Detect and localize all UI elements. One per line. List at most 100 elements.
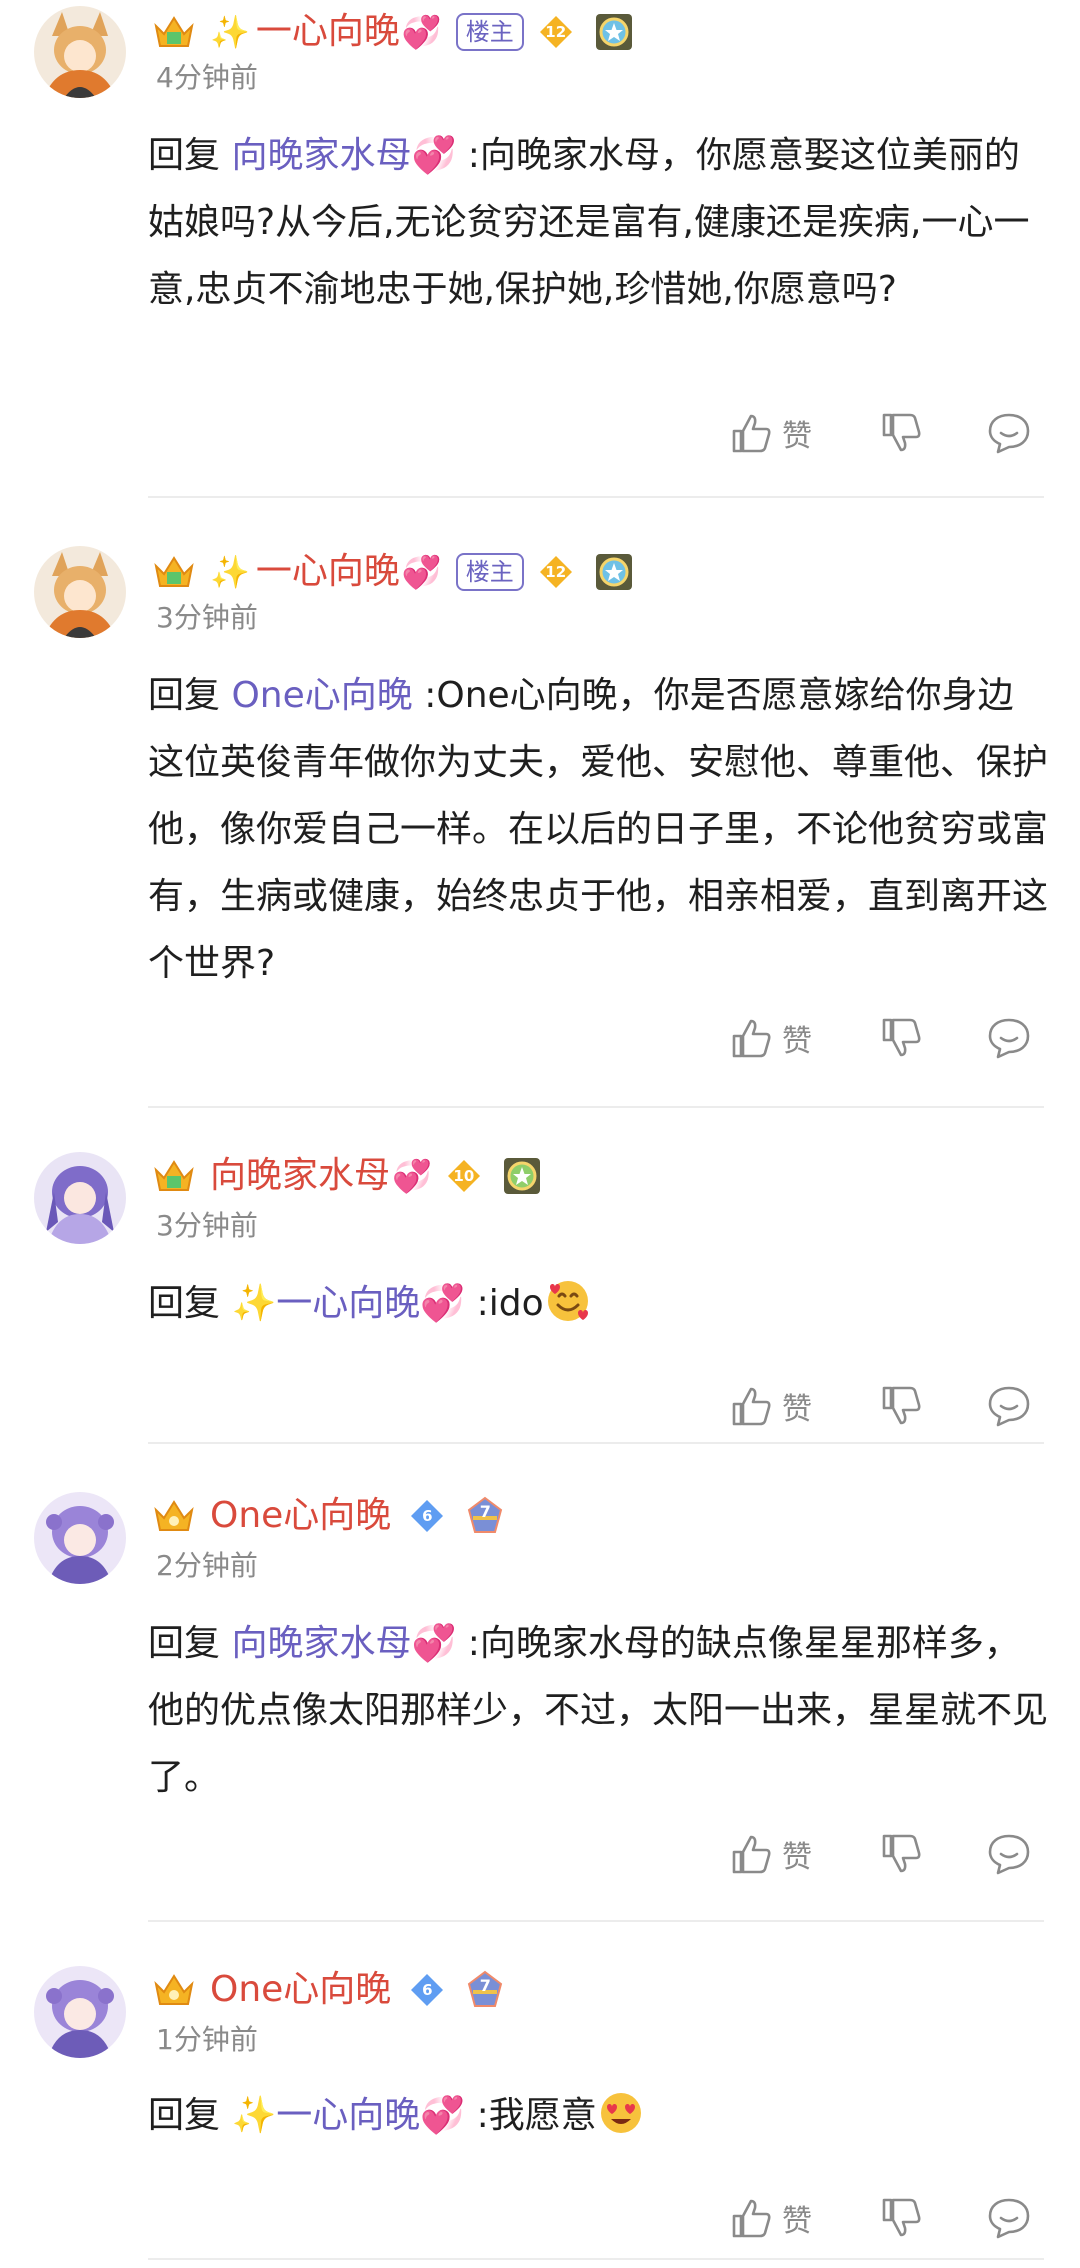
- username[interactable]: 向晚家水母: [210, 1158, 390, 1194]
- like-label: 赞: [782, 1840, 812, 1875]
- username[interactable]: 一心向晚: [256, 14, 400, 50]
- reply-text: :One心向晚，你是否愿意嫁给你身边这位英俊青年做你为丈夫，爱他、安慰他、尊重他…: [148, 675, 1049, 984]
- level-badge: 12: [536, 12, 576, 52]
- level-badge: 12: [536, 552, 576, 592]
- crown-icon: [152, 552, 196, 592]
- comment-bubble-icon: [988, 2198, 1030, 2239]
- level-badge: 6: [407, 1496, 447, 1536]
- dislike-button[interactable]: [880, 403, 924, 463]
- reply-target-name: 向晚家水母: [231, 135, 412, 176]
- user-name-row: One心向晚 6 7: [152, 1964, 507, 2016]
- comment-actions: 赞: [730, 2188, 1050, 2248]
- username[interactable]: One心向晚: [210, 1498, 391, 1534]
- dislike-button[interactable]: [880, 2188, 924, 2248]
- reply-target-name: One心向晚: [231, 675, 413, 716]
- comment-bubble-icon: [988, 413, 1030, 454]
- two-hearts-emoji: 💞: [411, 1623, 457, 1664]
- level-number: 12: [545, 563, 567, 581]
- like-label: 赞: [782, 1024, 812, 1059]
- thumbs-down-icon: [882, 413, 921, 452]
- reply-button[interactable]: [986, 2188, 1032, 2248]
- comment-actions: 赞: [730, 1376, 1050, 1436]
- thumbs-up-icon: [732, 2199, 771, 2238]
- medal-icon: 7: [463, 1494, 507, 1538]
- reply-target-name: 一心向晚: [276, 1283, 421, 1324]
- avatar[interactable]: [34, 546, 126, 638]
- host-tag: 楼主: [455, 553, 524, 591]
- comment-actions: 赞: [730, 1824, 1050, 1884]
- user-name-row: ✨ 一心向晚 💞 楼主 12: [152, 546, 636, 598]
- avatar[interactable]: [34, 6, 126, 98]
- comment-body: 回复 One心向晚 :One心向晚，你是否愿意嫁给你身边这位英俊青年做你为丈夫，…: [148, 662, 1048, 997]
- thumbs-down-icon: [882, 1386, 921, 1425]
- sparkle-emoji: ✨: [231, 1283, 277, 1324]
- level-number: 6: [422, 1507, 433, 1525]
- dislike-button[interactable]: [880, 1008, 924, 1068]
- user-name-row: One心向晚 6 7: [152, 1490, 507, 1542]
- username[interactable]: One心向晚: [210, 1972, 391, 2008]
- dislike-button[interactable]: [880, 1824, 924, 1884]
- host-tag: 楼主: [455, 13, 524, 51]
- sparkle-emoji: ✨: [210, 13, 250, 51]
- reply-text: :ido: [476, 1283, 544, 1324]
- like-label: 赞: [782, 1392, 812, 1427]
- comment-time: 3分钟前: [156, 1209, 258, 1242]
- medal-icon: [592, 10, 636, 54]
- two-hearts-emoji: 💞: [401, 553, 442, 591]
- divider: [148, 1442, 1044, 1444]
- username[interactable]: 一心向晚: [256, 554, 400, 590]
- divider: [148, 2258, 1044, 2260]
- reply-target-link[interactable]: 向晚家水母💞: [231, 1623, 456, 1664]
- comment-time: 4分钟前: [156, 61, 258, 94]
- sparkle-emoji: ✨: [210, 553, 250, 591]
- reply-target-name: 向晚家水母: [231, 1623, 412, 1664]
- divider: [148, 1920, 1044, 1922]
- comment-body: 回复 向晚家水母💞 :向晚家水母的缺点像星星那样多，他的优点像太阳那样少，不过，…: [148, 1610, 1048, 1811]
- like-label: 赞: [782, 2204, 812, 2239]
- reply-button[interactable]: [986, 1376, 1032, 1436]
- like-button[interactable]: 赞: [730, 1376, 812, 1436]
- dislike-button[interactable]: [880, 1376, 924, 1436]
- comment-actions: 赞: [730, 1008, 1050, 1068]
- crown-icon: [152, 1496, 196, 1536]
- comment-body: 回复 ✨一心向晚💞 :我愿意: [148, 2082, 1048, 2149]
- avatar[interactable]: [34, 1966, 126, 2058]
- user-name-row: ✨ 一心向晚 💞 楼主 12: [152, 6, 636, 58]
- comment-body: 回复 ✨一心向晚💞 :ido: [148, 1270, 1048, 1337]
- like-label: 赞: [782, 419, 812, 454]
- reply-prefix: 回复: [148, 2095, 221, 2136]
- thumbs-up-icon: [732, 1019, 771, 1058]
- reply-target-link[interactable]: One心向晚: [231, 675, 412, 716]
- like-button[interactable]: 赞: [730, 403, 812, 463]
- reply-target-link[interactable]: ✨一心向晚💞: [231, 2095, 465, 2136]
- thumbs-down-icon: [882, 2198, 921, 2237]
- medal-icon: 7: [463, 1968, 507, 2012]
- level-number: 12: [545, 23, 567, 41]
- reply-button[interactable]: [986, 403, 1032, 463]
- divider: [148, 1106, 1044, 1108]
- like-button[interactable]: 赞: [730, 1008, 812, 1068]
- sparkle-emoji: ✨: [231, 2095, 277, 2136]
- reply-prefix: 回复: [148, 1623, 221, 1664]
- medal-level: 7: [479, 1502, 491, 1521]
- like-button[interactable]: 赞: [730, 1824, 812, 1884]
- smiling-face-with-hearts-emoji: [547, 1281, 588, 1321]
- like-button[interactable]: 赞: [730, 2188, 812, 2248]
- avatar[interactable]: [34, 1152, 126, 1244]
- thumbs-up-icon: [732, 414, 771, 453]
- reply-button[interactable]: [986, 1824, 1032, 1884]
- reply-prefix: 回复: [148, 135, 221, 176]
- thumbs-down-icon: [882, 1018, 921, 1057]
- reply-prefix: 回复: [148, 1283, 221, 1324]
- avatar[interactable]: [34, 1492, 126, 1584]
- comment-actions: 赞: [730, 403, 1050, 463]
- comment-time: 3分钟前: [156, 601, 258, 634]
- medal-icon: [500, 1154, 544, 1198]
- level-number: 6: [422, 1981, 433, 1999]
- two-hearts-emoji: 💞: [420, 2095, 466, 2136]
- reply-target-link[interactable]: ✨一心向晚💞: [231, 1283, 465, 1324]
- two-hearts-emoji: 💞: [401, 13, 442, 51]
- comment-bubble-icon: [988, 1386, 1030, 1427]
- reply-target-link[interactable]: 向晚家水母💞: [231, 135, 456, 176]
- reply-button[interactable]: [986, 1008, 1032, 1068]
